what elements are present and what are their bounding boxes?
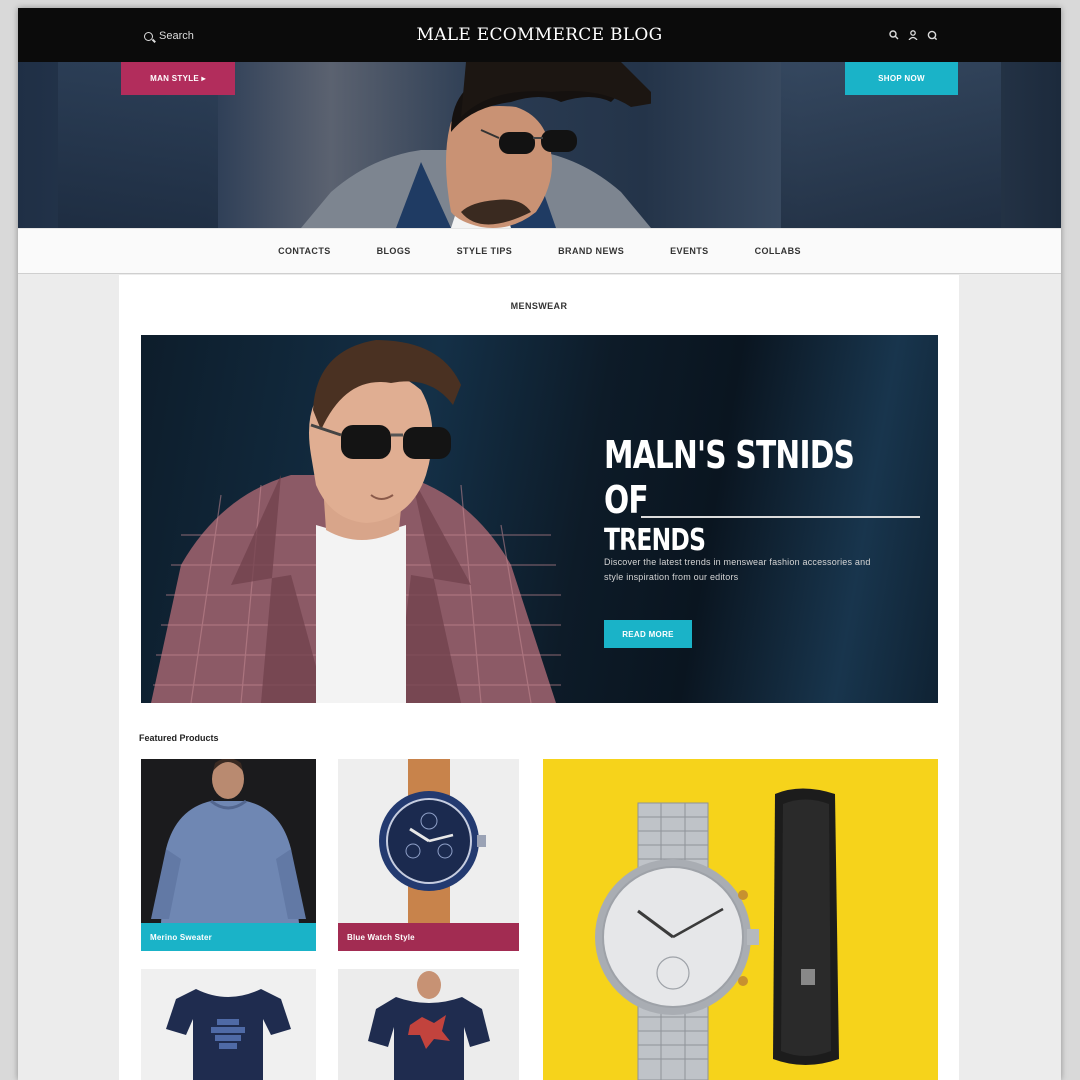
nav-item-collabs[interactable]: COLLABS [732,246,824,256]
graphic-tshirt-image [368,971,490,1080]
main-nav: CONTACTS BLOGS STYLE TIPS BRAND NEWS EVE… [18,228,1061,274]
header-icons [889,30,937,40]
blue-watch-image [379,759,486,923]
nav-item-events[interactable]: EVENTS [647,246,731,256]
product-card-tshirt-2[interactable] [338,969,519,1080]
top-bar: Search MALE ECOMMERCE BLOG [18,8,1061,62]
browser-frame: Search MALE ECOMMERCE BLOG MAN STYLE ▸ S… [18,8,1061,1080]
user-icon[interactable] [908,30,918,40]
headline-line3: TRENDS [604,522,706,558]
feature-description: Discover the latest trends in menswear f… [604,557,871,582]
products-heading: Featured Products [139,733,219,743]
featured-watch-banner[interactable] [543,759,938,1080]
product-caption: Merino Sweater [141,923,316,951]
search-icon[interactable] [889,30,899,40]
product-card-tshirt-1[interactable] [141,969,316,1080]
content-panel: MENSWEAR MALN'S STNIDS OF TRENDS Discove… [119,275,959,1080]
navy-tshirt-image [166,989,291,1080]
banner-model-image [301,62,651,228]
product-caption: Blue Watch Style [338,923,519,951]
hero-banner: MAN STYLE ▸ SHOP NOW [18,62,1061,228]
headline-line1: MALN'S STNIDS [604,433,855,477]
silver-watch-image [595,788,839,1080]
feature-hero: MALN'S STNIDS OF TRENDS Discover the lat… [141,335,938,703]
headline-divider [641,516,920,518]
read-more-button[interactable]: READ MORE [604,620,692,648]
product-card-sweater[interactable]: Merino Sweater [141,759,316,951]
section-label: MENSWEAR [510,301,568,311]
feature-model-image [151,340,561,703]
banner-right-button[interactable]: SHOP NOW [845,62,958,95]
nav-item-style-tips[interactable]: STYLE TIPS [434,246,536,256]
sweater-image [151,759,306,923]
cart-icon[interactable] [927,30,937,40]
feature-headline: MALN'S STNIDS OF TRENDS [604,433,855,558]
nav-item-brand-news[interactable]: BRAND NEWS [535,246,647,256]
product-card-watch[interactable]: Blue Watch Style [338,759,519,951]
nav-item-contacts[interactable]: CONTACTS [255,246,354,256]
nav-item-blogs[interactable]: BLOGS [354,246,434,256]
banner-left-button[interactable]: MAN STYLE ▸ [121,62,235,95]
